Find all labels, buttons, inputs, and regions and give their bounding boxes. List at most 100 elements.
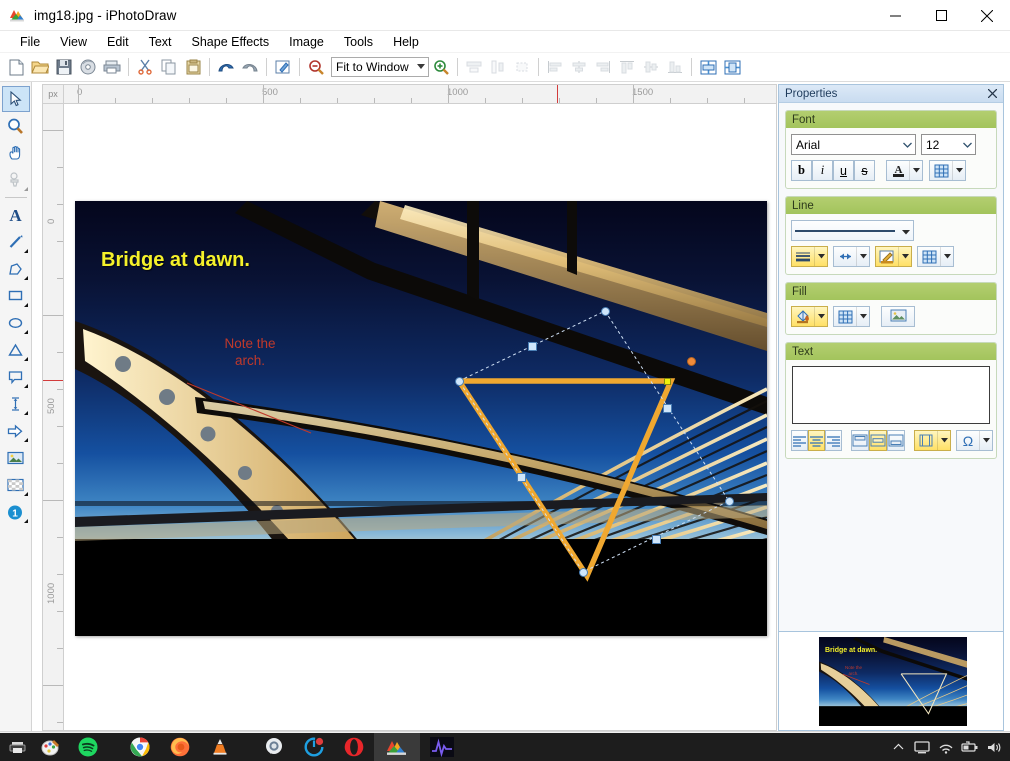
chevron-down-icon[interactable]	[909, 161, 922, 180]
align-spacing-vertical-icon[interactable]	[486, 56, 510, 79]
polygon-tool[interactable]	[2, 256, 30, 282]
text-valign-middle-button[interactable]	[869, 430, 887, 451]
menu-text[interactable]: Text	[139, 33, 182, 51]
font-underline-button[interactable]: u	[833, 160, 854, 181]
menu-file[interactable]: File	[10, 33, 50, 51]
chevron-down-icon[interactable]	[856, 307, 869, 326]
text-align-center-button[interactable]	[808, 430, 825, 451]
line-width-button[interactable]	[791, 246, 828, 267]
ellipse-tool[interactable]	[2, 310, 30, 336]
dimension-tool[interactable]	[2, 391, 30, 417]
font-size-combo[interactable]: 12	[921, 134, 976, 155]
taskbar-search-icon[interactable]	[254, 733, 294, 761]
line-pen-tool[interactable]	[2, 229, 30, 255]
chevron-down-icon[interactable]	[937, 431, 950, 450]
menu-help[interactable]: Help	[383, 33, 429, 51]
insert-symbol-button[interactable]: Ω	[956, 430, 993, 451]
undo-arrow-icon[interactable]	[214, 56, 238, 79]
menu-view[interactable]: View	[50, 33, 97, 51]
center-vertically-icon[interactable]	[720, 56, 744, 79]
font-color-button[interactable]: A	[886, 160, 923, 181]
save-disk-icon[interactable]	[52, 56, 76, 79]
tray-chevron-up-icon[interactable]	[886, 733, 910, 761]
selected-triangle-shape[interactable]	[75, 201, 767, 636]
tray-monitor-icon[interactable]	[910, 733, 934, 761]
chevron-down-icon[interactable]	[940, 247, 953, 266]
photo-image[interactable]: Bridge at dawn. Note the arch.	[75, 201, 767, 636]
shape-rotate-handle[interactable]	[687, 357, 696, 366]
text-valign-top-button[interactable]	[851, 430, 869, 451]
fill-image-button[interactable]	[881, 306, 915, 327]
align-spacing-horizontal-icon[interactable]	[462, 56, 486, 79]
taskbar-wave-icon[interactable]	[420, 733, 464, 761]
menu-tools[interactable]: Tools	[334, 33, 383, 51]
numbered-badge-tool[interactable]: 1	[2, 499, 30, 525]
redo-arrow-icon[interactable]	[238, 56, 262, 79]
align-middle-icon[interactable]	[639, 56, 663, 79]
fill-color-button[interactable]	[791, 306, 828, 327]
taskbar-opera-icon[interactable]	[334, 733, 374, 761]
font-bold-button[interactable]: b	[791, 160, 812, 181]
chevron-down-icon[interactable]	[952, 161, 965, 180]
close-button[interactable]	[964, 0, 1010, 31]
line-color-button[interactable]	[875, 246, 912, 267]
taskbar-spotify-icon[interactable]	[68, 733, 108, 761]
chevron-down-icon[interactable]	[814, 307, 827, 326]
close-icon[interactable]	[985, 87, 999, 101]
zoom-level-combo[interactable]: Fit to Window	[331, 57, 429, 77]
chevron-down-icon[interactable]	[902, 224, 910, 238]
menu-image[interactable]: Image	[279, 33, 334, 51]
chevron-down-icon[interactable]	[899, 142, 915, 148]
line-pattern-button[interactable]	[917, 246, 954, 267]
horizontal-ruler[interactable]: 0 500 1000 1500	[64, 84, 777, 104]
taskbar-circle-icon[interactable]	[294, 733, 334, 761]
center-horizontally-icon[interactable]	[696, 56, 720, 79]
vertical-ruler[interactable]: 0 500 1000	[42, 104, 64, 731]
text-tool[interactable]: A	[2, 202, 30, 228]
align-right-icon[interactable]	[591, 56, 615, 79]
taskbar-paint-icon[interactable]	[34, 733, 68, 761]
chevron-down-icon[interactable]	[856, 247, 869, 266]
fill-pattern-button[interactable]	[833, 306, 870, 327]
shape-handle-bottom[interactable]	[579, 568, 588, 577]
chevron-down-icon[interactable]	[979, 431, 992, 450]
menu-edit[interactable]: Edit	[97, 33, 139, 51]
line-arrow-button[interactable]	[833, 246, 870, 267]
text-content-input[interactable]	[792, 366, 990, 424]
new-file-icon[interactable]	[4, 56, 28, 79]
shape-handle-mid-top[interactable]	[528, 342, 537, 351]
taskbar-iphotodraw-icon[interactable]	[374, 733, 420, 761]
chevron-down-icon[interactable]	[959, 142, 975, 148]
navigator-panel[interactable]: Bridge at dawn. Note thearch.	[778, 631, 1004, 731]
shape-handle-vertex-left[interactable]	[455, 377, 464, 386]
text-align-right-button[interactable]	[825, 430, 842, 451]
font-family-combo[interactable]: Arial	[791, 134, 916, 155]
zoom-in-icon[interactable]	[429, 56, 453, 79]
maximize-button[interactable]	[918, 0, 964, 31]
rectangle-tool[interactable]	[2, 283, 30, 309]
shape-handle-mid-bottom[interactable]	[652, 535, 661, 544]
shape-handle-mid-left[interactable]	[517, 473, 526, 482]
cd-burn-icon[interactable]	[76, 56, 100, 79]
transparency-tool[interactable]	[2, 472, 30, 498]
align-top-icon[interactable]	[615, 56, 639, 79]
font-style-grid-button[interactable]	[929, 160, 966, 181]
cut-scissors-icon[interactable]	[133, 56, 157, 79]
paste-clipboard-icon[interactable]	[181, 56, 205, 79]
align-bottom-icon[interactable]	[663, 56, 687, 79]
edit-pencil-icon[interactable]	[271, 56, 295, 79]
menu-shape-effects[interactable]: Shape Effects	[182, 33, 280, 51]
hand-pan-tool[interactable]	[2, 140, 30, 166]
tray-battery-icon[interactable]	[958, 733, 982, 761]
chevron-down-icon[interactable]	[814, 247, 827, 266]
text-margin-button[interactable]	[914, 430, 951, 451]
arrow-shape-tool[interactable]	[2, 418, 30, 444]
shape-handle-top[interactable]	[601, 307, 610, 316]
taskbar-vlc-icon[interactable]	[200, 733, 240, 761]
open-folder-icon[interactable]	[28, 56, 52, 79]
canvas-area[interactable]: Bridge at dawn. Note the arch.	[64, 104, 777, 731]
align-center-icon[interactable]	[567, 56, 591, 79]
tray-speaker-icon[interactable]	[982, 733, 1006, 761]
align-left-icon[interactable]	[543, 56, 567, 79]
shape-handle-mid-right[interactable]	[663, 404, 672, 413]
